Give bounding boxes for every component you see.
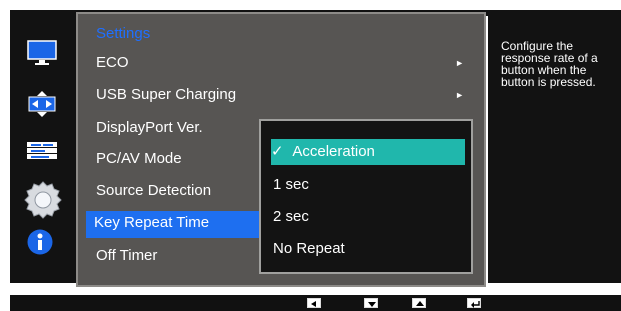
menu-item-label: PC/AV Mode	[96, 150, 182, 167]
popup-option-2-sec[interactable]: 2 sec	[273, 204, 464, 230]
menu-item-label: ECO	[96, 54, 129, 71]
menu-item-eco[interactable]: ECO ►	[96, 51, 476, 75]
enter-icon	[471, 301, 480, 308]
up-arrow-icon	[416, 301, 424, 306]
resize-icon[interactable]	[26, 88, 58, 120]
menu-icon[interactable]	[26, 141, 58, 161]
left-arrow-icon	[311, 301, 316, 307]
monitor-icon[interactable]	[27, 40, 57, 68]
up-button[interactable]	[412, 298, 426, 308]
info-icon[interactable]	[26, 228, 54, 256]
key-repeat-time-popup: ✓ Acceleration 1 sec 2 sec No Repeat	[259, 119, 473, 274]
popup-option-label: 2 sec	[273, 208, 309, 225]
menu-item-label: Source Detection	[96, 182, 212, 199]
submenu-arrow-icon: ►	[455, 58, 464, 68]
check-icon: ✓	[271, 143, 284, 160]
popup-option-1-sec[interactable]: 1 sec	[273, 172, 464, 198]
help-text: Configure the response rate of a button …	[501, 39, 598, 89]
popup-option-label: 1 sec	[273, 176, 309, 193]
submenu-arrow-icon: ►	[455, 90, 464, 100]
menu-item-label: USB Super Charging	[96, 86, 237, 103]
popup-option-acceleration[interactable]: ✓ Acceleration	[271, 139, 465, 165]
left-button[interactable]	[307, 298, 321, 308]
settings-title: Settings	[96, 25, 151, 42]
popup-option-label: Acceleration	[292, 143, 375, 160]
menu-item-label: DisplayPort Ver.	[96, 119, 203, 136]
gear-icon[interactable]	[24, 181, 62, 219]
popup-option-label: No Repeat	[273, 240, 345, 257]
menu-item-label: Off Timer	[96, 247, 158, 264]
enter-button[interactable]	[467, 298, 481, 308]
menu-item-label: Key Repeat Time	[94, 214, 210, 231]
osd-screen: Settings ECO ► USB Super Charging ► Disp…	[0, 0, 621, 311]
down-arrow-icon	[368, 302, 376, 307]
down-button[interactable]	[364, 298, 378, 308]
menu-item-usb-super-charging[interactable]: USB Super Charging ►	[96, 83, 476, 107]
popup-option-no-repeat[interactable]: No Repeat	[273, 236, 464, 262]
